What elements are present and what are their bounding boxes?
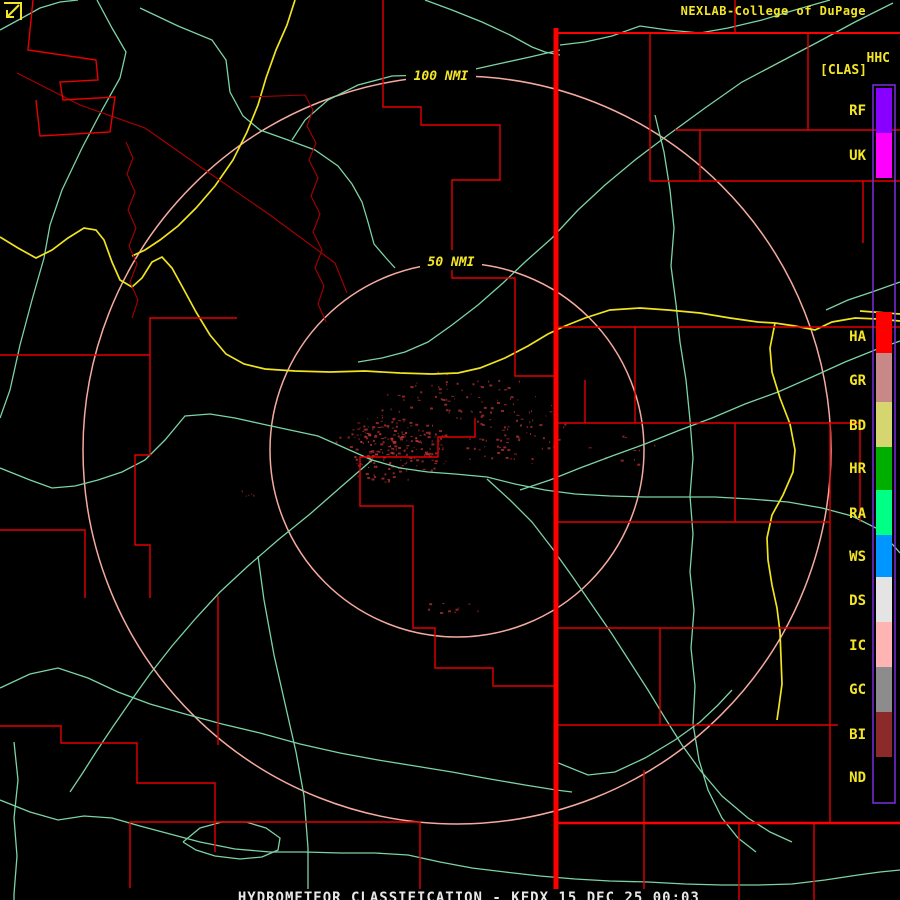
legend-label: ND <box>849 770 866 786</box>
legend-swatch <box>876 133 892 178</box>
legend-swatch <box>876 712 892 757</box>
range-ring-label-50nmi: 50 NMI <box>428 255 475 270</box>
road-layer <box>0 0 900 900</box>
classification-mode-label: [CLAS] <box>820 63 867 78</box>
legend-swatch <box>876 312 892 353</box>
legend-label: GR <box>849 373 866 389</box>
legend-label: HR <box>849 461 866 477</box>
radar-screen: 100 NMI 50 NMI RF UK HA GR BD HR RA WS D… <box>0 0 900 900</box>
site-title: NEXLAB-College of DuPage <box>680 4 866 18</box>
legend-swatch <box>876 577 892 622</box>
legend-swatch <box>876 535 892 577</box>
legend-label: HA <box>849 329 866 345</box>
range-ring-label-100nmi: 100 NMI <box>414 69 469 84</box>
legend-label: RF <box>849 103 866 119</box>
hhc-legend: RF UK HA GR BD HR RA WS DS IC GC BI ND <box>849 84 896 804</box>
range-ring-100nmi-circle <box>82 75 832 825</box>
legend-swatch <box>876 88 892 133</box>
legend-label: DS <box>849 593 866 609</box>
range-ring-labels: 100 NMI 50 NMI <box>406 64 482 270</box>
status-bar: HYDROMETEOR CLASSIFICATION - KFDX 15 DEC… <box>0 874 900 900</box>
range-rings <box>82 75 832 825</box>
legend-label: IC <box>849 638 866 654</box>
legend-swatch <box>876 402 892 447</box>
legend-label: BD <box>849 418 866 434</box>
range-ring-50nmi-circle <box>269 262 645 638</box>
product-code-label: HHC <box>866 51 890 66</box>
legend-label: GC <box>849 682 866 698</box>
status-bar-text: HYDROMETEOR CLASSIFICATION - KFDX 15 DEC… <box>229 889 708 900</box>
legend-swatch <box>876 353 892 402</box>
legend-swatch <box>876 447 892 490</box>
legend-swatch <box>876 667 892 712</box>
nexlab-logo-icon <box>4 2 22 20</box>
legend-swatch <box>876 757 892 800</box>
legend-label: UK <box>849 148 866 164</box>
legend-label: BI <box>849 727 866 743</box>
legend-swatch <box>876 490 892 535</box>
legend-label: RA <box>849 506 866 522</box>
legend-label: WS <box>849 549 866 565</box>
legend-swatch <box>876 622 892 667</box>
radar-map: 100 NMI 50 NMI RF UK HA GR BD HR RA WS D… <box>0 0 900 900</box>
county-boundary-layer <box>0 0 900 900</box>
